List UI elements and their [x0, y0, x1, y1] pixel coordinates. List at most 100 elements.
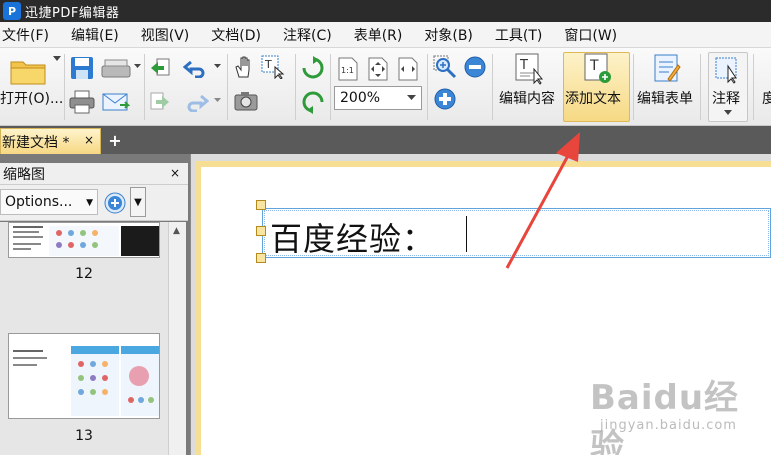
rotate-counterclockwise-icon	[302, 91, 324, 114]
thumbnail-page-13[interactable]	[8, 333, 160, 419]
annotate-dropdown-icon[interactable]	[723, 108, 733, 116]
undo-dropdown-icon[interactable]	[213, 62, 221, 70]
resize-handle-middle-left[interactable]	[256, 226, 266, 236]
thumbnail-page-12[interactable]	[8, 222, 160, 258]
zoom-value: 200%	[340, 90, 381, 106]
hand-icon	[235, 56, 250, 78]
svg-text:1:1: 1:1	[341, 66, 354, 75]
options-dropdown[interactable]: Options... ▼	[0, 189, 98, 215]
menu-document[interactable]: 文档(D)	[209, 25, 269, 45]
menu-object[interactable]: 对象(B)	[422, 25, 481, 45]
panel-title: 缩略图	[3, 166, 45, 183]
arrow-left-page-icon	[151, 58, 170, 76]
options-caret-icon: ▼	[86, 198, 93, 208]
new-tab-button[interactable]: +	[107, 131, 123, 150]
open-dropdown-icon[interactable]	[52, 54, 62, 64]
zoom-area-button[interactable]	[432, 54, 458, 80]
scan-dropdown-icon[interactable]	[133, 62, 141, 70]
annotation-arrow-icon	[505, 132, 580, 269]
annotate-icon-wrap	[712, 54, 744, 86]
redo-dropdown-icon[interactable]	[213, 96, 221, 104]
panel-header: 缩略图 ×	[0, 163, 188, 185]
redo-icon	[187, 94, 209, 112]
scroll-up-icon[interactable]: ▲	[173, 226, 180, 236]
text-caret	[466, 216, 467, 252]
select-text-button[interactable]: T	[260, 54, 286, 80]
open-button[interactable]	[8, 54, 48, 88]
watermark-url: jingyan.baidu.com	[600, 418, 737, 433]
edit-content-label[interactable]: 编辑内容	[499, 88, 555, 108]
edit-form-icon	[654, 54, 681, 82]
overflow-label[interactable]: 度	[762, 88, 771, 108]
add-text-icon: T	[584, 53, 611, 83]
rotate-cw-button[interactable]	[300, 54, 326, 82]
tab-label: 新建文档 *	[2, 134, 70, 151]
add-text-label[interactable]: 添加文本	[565, 88, 621, 108]
save-icon	[71, 57, 93, 79]
zoom-in-icon	[434, 88, 456, 110]
scan-button[interactable]	[100, 54, 132, 82]
actual-size-button[interactable]: 1:1	[336, 56, 360, 82]
rotate-clockwise-icon	[302, 56, 324, 79]
edit-form-button[interactable]	[650, 52, 684, 86]
resize-handle-bottom-left[interactable]	[256, 253, 266, 263]
menu-file[interactable]: 文件(F)	[0, 25, 57, 45]
folder-icon	[10, 61, 46, 85]
redo-button[interactable]	[182, 90, 210, 114]
menu-edit[interactable]: 编辑(E)	[69, 25, 127, 45]
text-select-icon: T	[261, 55, 285, 79]
menu-comment[interactable]: 注释(C)	[281, 25, 340, 45]
tab-close-icon[interactable]: ×	[84, 133, 94, 147]
add-page-icon[interactable]	[104, 192, 126, 214]
fit-width-icon	[398, 57, 418, 81]
open-label[interactable]: 打开(O)...	[0, 88, 63, 108]
tab-new-document[interactable]: 新建文档 * ×	[0, 128, 101, 154]
thumbnail-preview-12	[9, 223, 159, 257]
email-button[interactable]	[100, 88, 132, 116]
edit-form-label[interactable]: 编辑表单	[637, 88, 693, 108]
menu-view[interactable]: 视图(V)	[139, 25, 198, 45]
hand-tool-button[interactable]	[232, 54, 256, 80]
undo-button[interactable]	[182, 56, 210, 80]
thumbnail-scrollbar[interactable]: ▲	[168, 222, 186, 455]
zoom-out-icon	[464, 56, 486, 78]
svg-text:T: T	[519, 58, 528, 73]
printer-icon	[69, 90, 95, 114]
document-text[interactable]: 百度经验：	[270, 214, 435, 260]
save-button[interactable]	[68, 54, 96, 82]
resize-handle-top-left[interactable]	[256, 200, 266, 210]
email-icon	[102, 93, 130, 111]
thumbnail-page-number: 12	[75, 266, 93, 282]
watermark-logo: Baidu经验	[590, 378, 740, 455]
zoom-out-button[interactable]	[462, 54, 488, 80]
arrow-right-page-icon	[150, 92, 169, 110]
watermark: Baidu经验 jingyan.baidu.com	[590, 370, 768, 455]
svg-text:T: T	[589, 58, 599, 74]
zoom-select[interactable]: 200%	[334, 86, 422, 110]
fit-page-button[interactable]	[366, 56, 390, 82]
snapshot-button[interactable]	[232, 88, 260, 114]
svg-text:T: T	[264, 58, 272, 71]
print-button[interactable]	[68, 88, 96, 116]
app-logo-icon: P	[3, 2, 21, 20]
annotate-label[interactable]: 注释	[712, 88, 740, 108]
rotate-ccw-button[interactable]	[300, 88, 326, 116]
panel-menu-caret-icon[interactable]: ▼	[130, 187, 146, 217]
add-text-button[interactable]: T	[580, 52, 614, 86]
edit-content-button[interactable]: T	[512, 52, 546, 86]
zoom-in-button[interactable]	[432, 86, 458, 112]
fit-page-icon	[368, 57, 388, 81]
scanner-icon	[101, 59, 131, 78]
panel-toolbar: Options... ▼ ▼	[0, 185, 188, 221]
fit-width-button[interactable]	[396, 56, 420, 82]
panel-close-icon[interactable]: ×	[170, 166, 180, 180]
forward-button[interactable]	[148, 90, 172, 114]
annotate-icon	[715, 57, 737, 84]
menu-tools[interactable]: 工具(T)	[493, 25, 550, 45]
back-button[interactable]	[148, 56, 172, 80]
chevron-down-icon	[407, 95, 416, 100]
menu-form[interactable]: 表单(R)	[352, 25, 411, 45]
edit-content-icon: T	[515, 53, 544, 85]
zoom-in-area-icon	[433, 55, 457, 79]
menu-window[interactable]: 窗口(W)	[562, 25, 625, 45]
